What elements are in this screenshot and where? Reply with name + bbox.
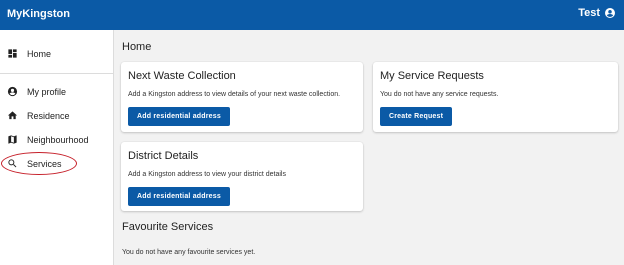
card-text: Add a Kingston address to view your dist… [128, 171, 286, 178]
favourite-services-title: Favourite Services [122, 221, 214, 233]
waste-collection-card: Next Waste Collection Add a Kingston add… [121, 62, 363, 132]
sidebar-item-label: My profile [27, 87, 67, 97]
user-menu[interactable]: Test [578, 7, 616, 19]
district-details-card: District Details Add a Kingston address … [121, 142, 363, 211]
sidebar-item-home[interactable]: Home [0, 43, 113, 65]
card-text: You do not have any service requests. [380, 91, 499, 98]
favourite-services-text: You do not have any favourite services y… [122, 249, 256, 256]
map-icon [7, 134, 18, 145]
sidebar-item-my-profile[interactable]: My profile [0, 81, 113, 103]
app-header: MyKingston Test [0, 0, 624, 30]
sidebar-item-label: Home [27, 49, 52, 59]
add-residential-address-button[interactable]: Add residential address [128, 107, 230, 126]
card-title: My Service Requests [380, 70, 484, 82]
dashboard-icon [7, 48, 18, 59]
card-text: Add a Kingston address to view details o… [128, 91, 341, 98]
sidebar-item-label: Residence [27, 111, 70, 121]
service-requests-card: My Service Requests You do not have any … [373, 62, 618, 132]
add-residential-address-button[interactable]: Add residential address [128, 187, 230, 206]
main-content: Home Next Waste Collection Add a Kingsto… [115, 30, 624, 265]
sidebar: Home My profile Residence Neighbourhood … [0, 30, 114, 265]
sidebar-item-label: Neighbourhood [27, 135, 89, 145]
card-title: District Details [128, 150, 199, 162]
sidebar-item-residence[interactable]: Residence [0, 105, 113, 127]
sidebar-divider [0, 73, 113, 74]
create-request-button[interactable]: Create Request [380, 107, 453, 126]
sidebar-item-neighbourhood[interactable]: Neighbourhood [0, 129, 113, 151]
app-title[interactable]: MyKingston [7, 8, 70, 20]
house-icon [7, 110, 18, 121]
card-title: Next Waste Collection [128, 70, 236, 82]
page-title: Home [122, 41, 152, 53]
sidebar-item-label: Services [27, 159, 62, 169]
account-circle-icon[interactable] [604, 7, 616, 19]
sidebar-item-services[interactable]: Services [0, 153, 113, 175]
account-circle-icon [7, 86, 18, 97]
search-icon [7, 158, 18, 169]
user-name[interactable]: Test [578, 7, 600, 19]
